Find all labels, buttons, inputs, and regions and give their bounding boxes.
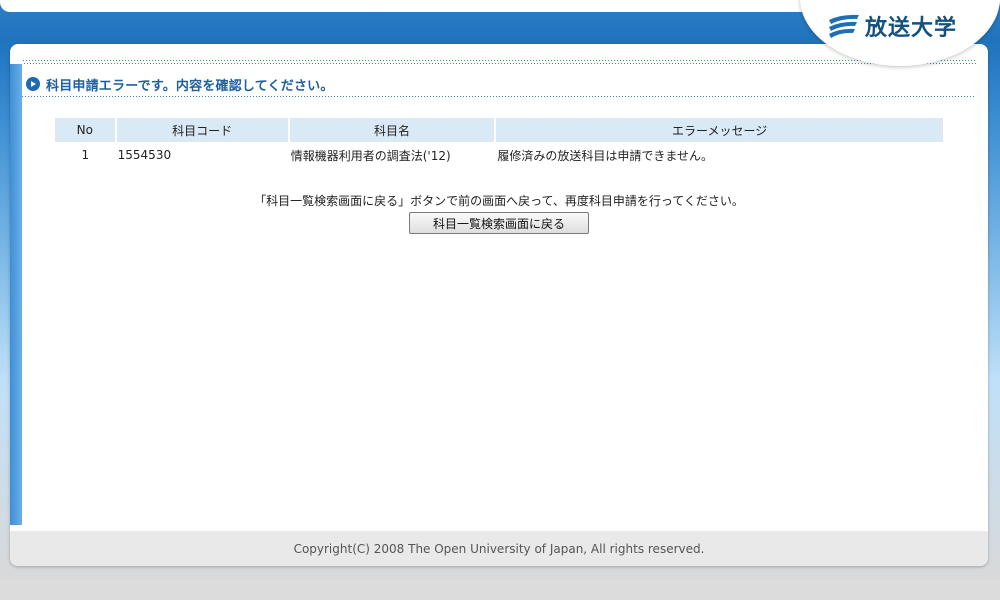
- dotted-divider-top: [22, 60, 976, 66]
- wave-stripes-icon: [827, 12, 865, 40]
- page-title: 科目申請エラーです。内容を確認してください。: [46, 78, 334, 94]
- copyright-text: Copyright(C) 2008 The Open University of…: [293, 541, 705, 556]
- logo-text: 放送大学: [865, 16, 958, 41]
- page-title-row: 科目申請エラーです。内容を確認してください。: [26, 74, 334, 94]
- dotted-divider-under-title: [22, 96, 976, 97]
- table-row: 1 1554530 情報機器利用者の調査法('12) 履修済みの放送科目は申請で…: [55, 142, 943, 168]
- circle-arrow-right-icon: [26, 77, 40, 91]
- header-name: 科目名: [287, 118, 496, 142]
- cell-code: 1554530: [117, 148, 172, 162]
- table-header-row: No 科目コード 科目名 エラーメッセージ: [55, 118, 943, 142]
- bottom-band: [0, 580, 1000, 600]
- footer: Copyright(C) 2008 The Open University of…: [10, 531, 988, 566]
- header-message: エラーメッセージ: [494, 118, 943, 142]
- left-accent-bar: [10, 64, 22, 525]
- cell-no: 1: [81, 148, 90, 162]
- back-to-list-button[interactable]: 科目一覧検索画面に戻る: [409, 212, 589, 234]
- error-table: No 科目コード 科目名 エラーメッセージ 1 1554530 情報機器利用者の…: [55, 118, 943, 168]
- instruction-text: 「科目一覧検索画面に戻る」ボタンで前の画面へ戻って、再度科目申請を行ってください…: [254, 194, 744, 208]
- cell-name: 情報機器利用者の調査法('12): [290, 148, 451, 163]
- header-code: 科目コード: [114, 118, 289, 142]
- cell-message: 履修済みの放送科目は申請できません。: [497, 148, 713, 163]
- main-panel: 科目申請エラーです。内容を確認してください。 No 科目コード 科目名 エラーメ…: [10, 44, 988, 566]
- university-logo[interactable]: 放送大学: [827, 10, 957, 42]
- header-no: No: [55, 118, 116, 142]
